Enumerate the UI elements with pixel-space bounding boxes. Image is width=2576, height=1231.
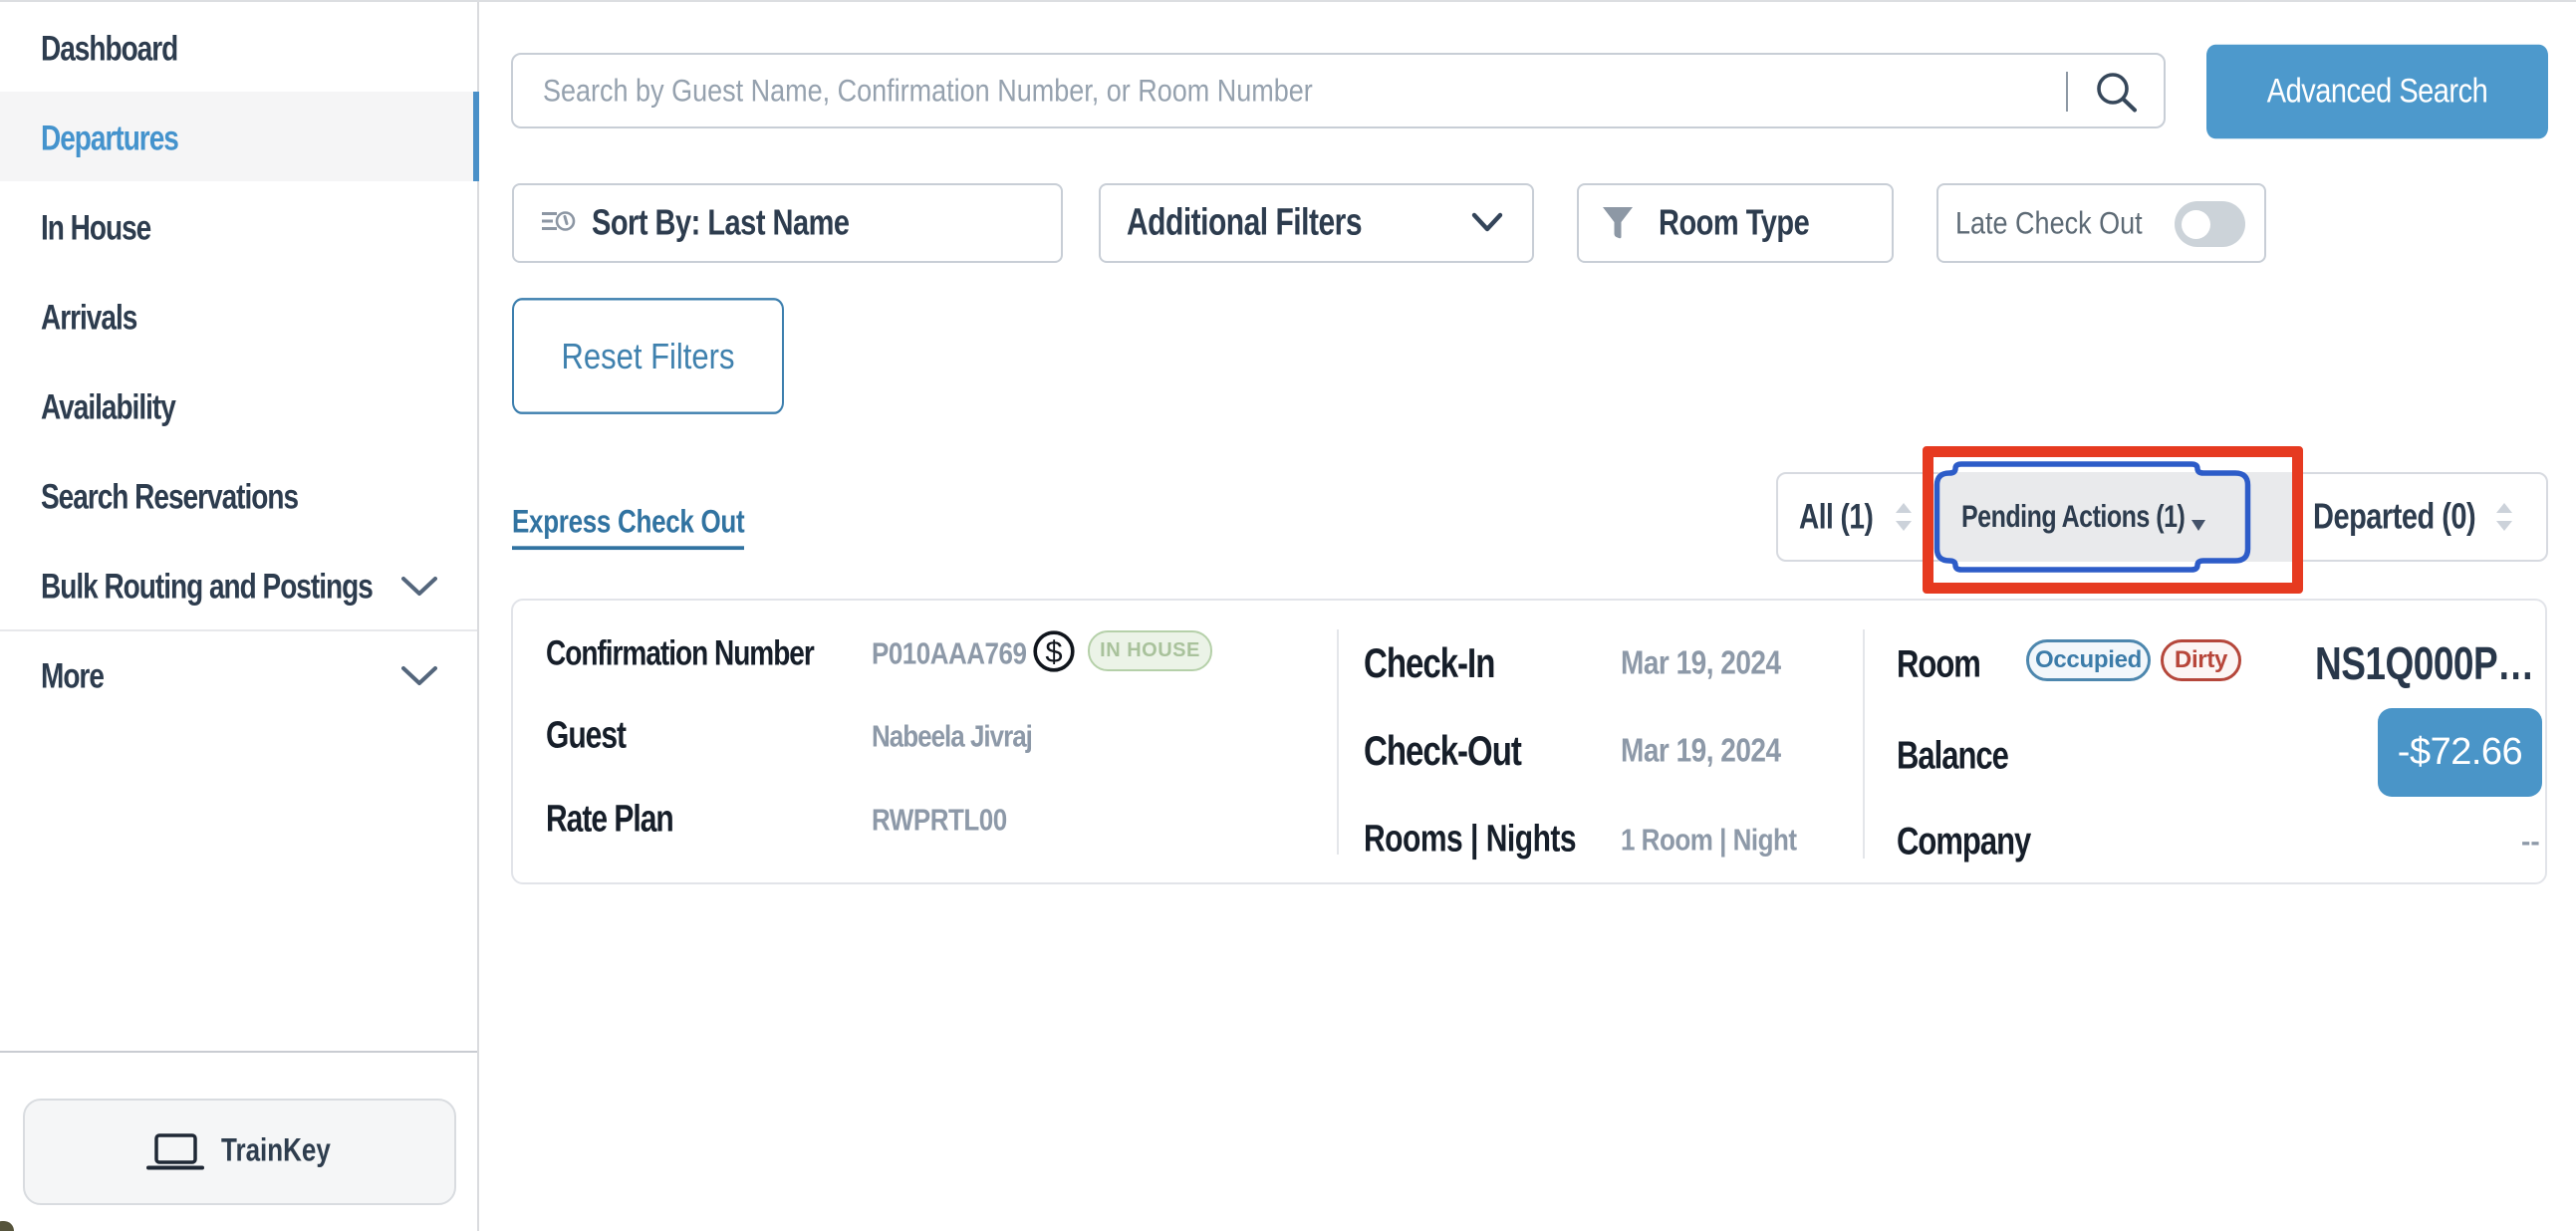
svg-text:$: $: [1045, 634, 1062, 669]
